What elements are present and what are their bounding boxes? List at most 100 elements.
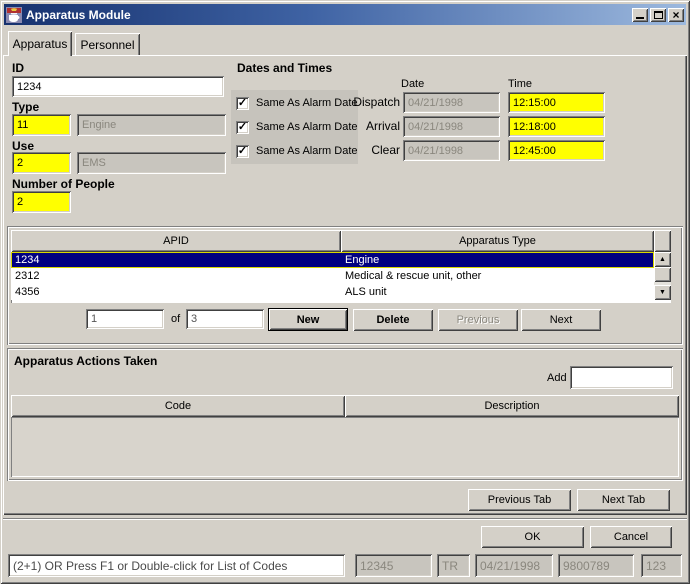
status-field-text: 9800789 [563, 559, 610, 573]
next-button-label: Next [550, 314, 573, 326]
tab-apparatus-label: Apparatus [13, 37, 68, 51]
check-icon: ✓ [238, 122, 247, 133]
close-icon: × [672, 10, 679, 20]
same-as-alarm-row-arrival: ✓ Same As Alarm Date [231, 115, 358, 139]
status-field-text: 04/21/1998 [480, 559, 540, 573]
status-field-text: TR [442, 559, 458, 573]
close-button[interactable]: × [668, 8, 684, 22]
delete-button-label: Delete [376, 314, 409, 326]
table-row[interactable]: 1234 Engine [11, 252, 654, 268]
apparatus-grid-box: APID Apparatus Type 1234 Engine 2312 Med… [7, 226, 683, 345]
table-row[interactable]: 4356 ALS unit [11, 284, 654, 300]
tab-personnel[interactable]: Personnel [75, 33, 140, 56]
clear-label: Clear [343, 143, 400, 157]
maximize-button[interactable] [650, 8, 666, 22]
scrollbar-thumb[interactable] [654, 267, 671, 282]
ok-button[interactable]: OK [481, 526, 584, 548]
same-as-alarm-panel: ✓ Same As Alarm Date ✓ Same As Alarm Dat… [231, 90, 358, 164]
record-count-input[interactable] [186, 309, 264, 329]
previous-button: Previous [438, 309, 518, 331]
apparatus-module-window: Apparatus Module × Apparatus Personnel I… [0, 0, 690, 584]
code-column-header[interactable]: Code [11, 395, 345, 417]
add-code-input[interactable] [570, 366, 673, 389]
type-label: Type [12, 100, 39, 114]
new-button[interactable]: New [268, 308, 348, 331]
type-code-input[interactable] [12, 114, 71, 136]
tab-apparatus[interactable]: Apparatus [8, 31, 72, 56]
record-index-input[interactable] [86, 309, 164, 329]
apparatus-tab-panel: ID Type Use Number of People Dates and T… [3, 55, 687, 515]
status-field-text: 123 [646, 559, 666, 573]
dates-and-times-title: Dates and Times [237, 61, 332, 75]
status-hint-text: (2+1) OR Press F1 or Double-click for Li… [13, 559, 287, 573]
same-as-alarm-checkbox-clear[interactable]: ✓ [236, 145, 249, 158]
apparatus-type-column-label: Apparatus Type [459, 235, 536, 247]
arrival-time-input[interactable] [508, 116, 605, 137]
clear-time-input[interactable] [508, 140, 605, 161]
cancel-button-label: Cancel [614, 531, 648, 543]
use-label: Use [12, 139, 34, 153]
apid-cell: 1234 [11, 254, 341, 266]
previous-tab-button[interactable]: Previous Tab [468, 489, 571, 511]
status-date-field: 04/21/1998 [475, 554, 553, 577]
minimize-icon [636, 17, 644, 19]
actions-table-body [11, 417, 679, 477]
clear-date-field [403, 140, 500, 161]
id-input[interactable] [12, 76, 224, 97]
next-tab-button[interactable]: Next Tab [577, 489, 670, 511]
dispatch-label: Dispatch [343, 95, 400, 109]
ok-button-label: OK [525, 531, 541, 543]
type-cell: Engine [341, 254, 654, 266]
add-label: Add [547, 372, 567, 384]
window-title: Apparatus Module [26, 8, 630, 22]
apparatus-type-column-header[interactable]: Apparatus Type [341, 230, 654, 252]
title-bar: Apparatus Module × [4, 4, 686, 25]
apparatus-actions-title: Apparatus Actions Taken [14, 354, 157, 368]
status-hint-field: (2+1) OR Press F1 or Double-click for Li… [8, 554, 345, 577]
status-incident-number-field: 12345 [355, 554, 432, 577]
apparatus-actions-box: Apparatus Actions Taken Add Code Descrip… [7, 348, 683, 481]
time-column-label: Time [508, 78, 532, 90]
same-as-alarm-checkbox-arrival[interactable]: ✓ [236, 121, 249, 134]
use-code-input[interactable] [12, 152, 71, 174]
new-button-label: New [297, 314, 320, 326]
type-cell: ALS unit [341, 286, 654, 298]
minimize-button[interactable] [632, 8, 648, 22]
check-icon: ✓ [238, 98, 247, 109]
status-field-text: 12345 [360, 559, 393, 573]
apid-column-label: APID [163, 235, 189, 247]
delete-button[interactable]: Delete [353, 309, 433, 331]
id-label: ID [12, 61, 24, 75]
check-icon: ✓ [238, 146, 247, 157]
cancel-button[interactable]: Cancel [590, 526, 672, 548]
status-station-field: 123 [641, 554, 682, 577]
table-row[interactable]: 2312 Medical & rescue unit, other [11, 268, 654, 284]
button-divider [3, 518, 687, 520]
same-as-alarm-checkbox-dispatch[interactable]: ✓ [236, 97, 249, 110]
scroll-up-icon: ▲ [659, 256, 666, 263]
apid-column-header[interactable]: APID [11, 230, 341, 252]
of-label: of [171, 313, 180, 325]
same-as-alarm-row-dispatch: ✓ Same As Alarm Date [231, 91, 358, 115]
grid-scrollbar[interactable]: ▲ ▼ [654, 252, 671, 300]
java-coffee-app-icon [6, 7, 22, 23]
dispatch-time-input[interactable] [508, 92, 605, 113]
maximize-icon [654, 11, 663, 19]
same-as-alarm-row-clear: ✓ Same As Alarm Date [231, 139, 358, 163]
next-button[interactable]: Next [521, 309, 601, 331]
number-of-people-label: Number of People [12, 177, 115, 191]
tab-personnel-label: Personnel [80, 38, 134, 52]
dispatch-date-field [403, 92, 500, 113]
description-column-header[interactable]: Description [345, 395, 679, 417]
previous-tab-label: Previous Tab [488, 494, 551, 506]
date-column-label: Date [401, 78, 424, 90]
scroll-down-button[interactable]: ▼ [654, 285, 671, 300]
scroll-up-button[interactable]: ▲ [654, 252, 671, 267]
status-report-number-field: 9800789 [558, 554, 634, 577]
scroll-down-icon: ▼ [659, 289, 666, 296]
apid-cell: 4356 [11, 286, 341, 298]
type-cell: Medical & rescue unit, other [341, 270, 654, 282]
scrollbar-corner [654, 230, 671, 252]
number-of-people-input[interactable] [12, 191, 71, 213]
actions-table-header: Code Description [11, 395, 679, 417]
